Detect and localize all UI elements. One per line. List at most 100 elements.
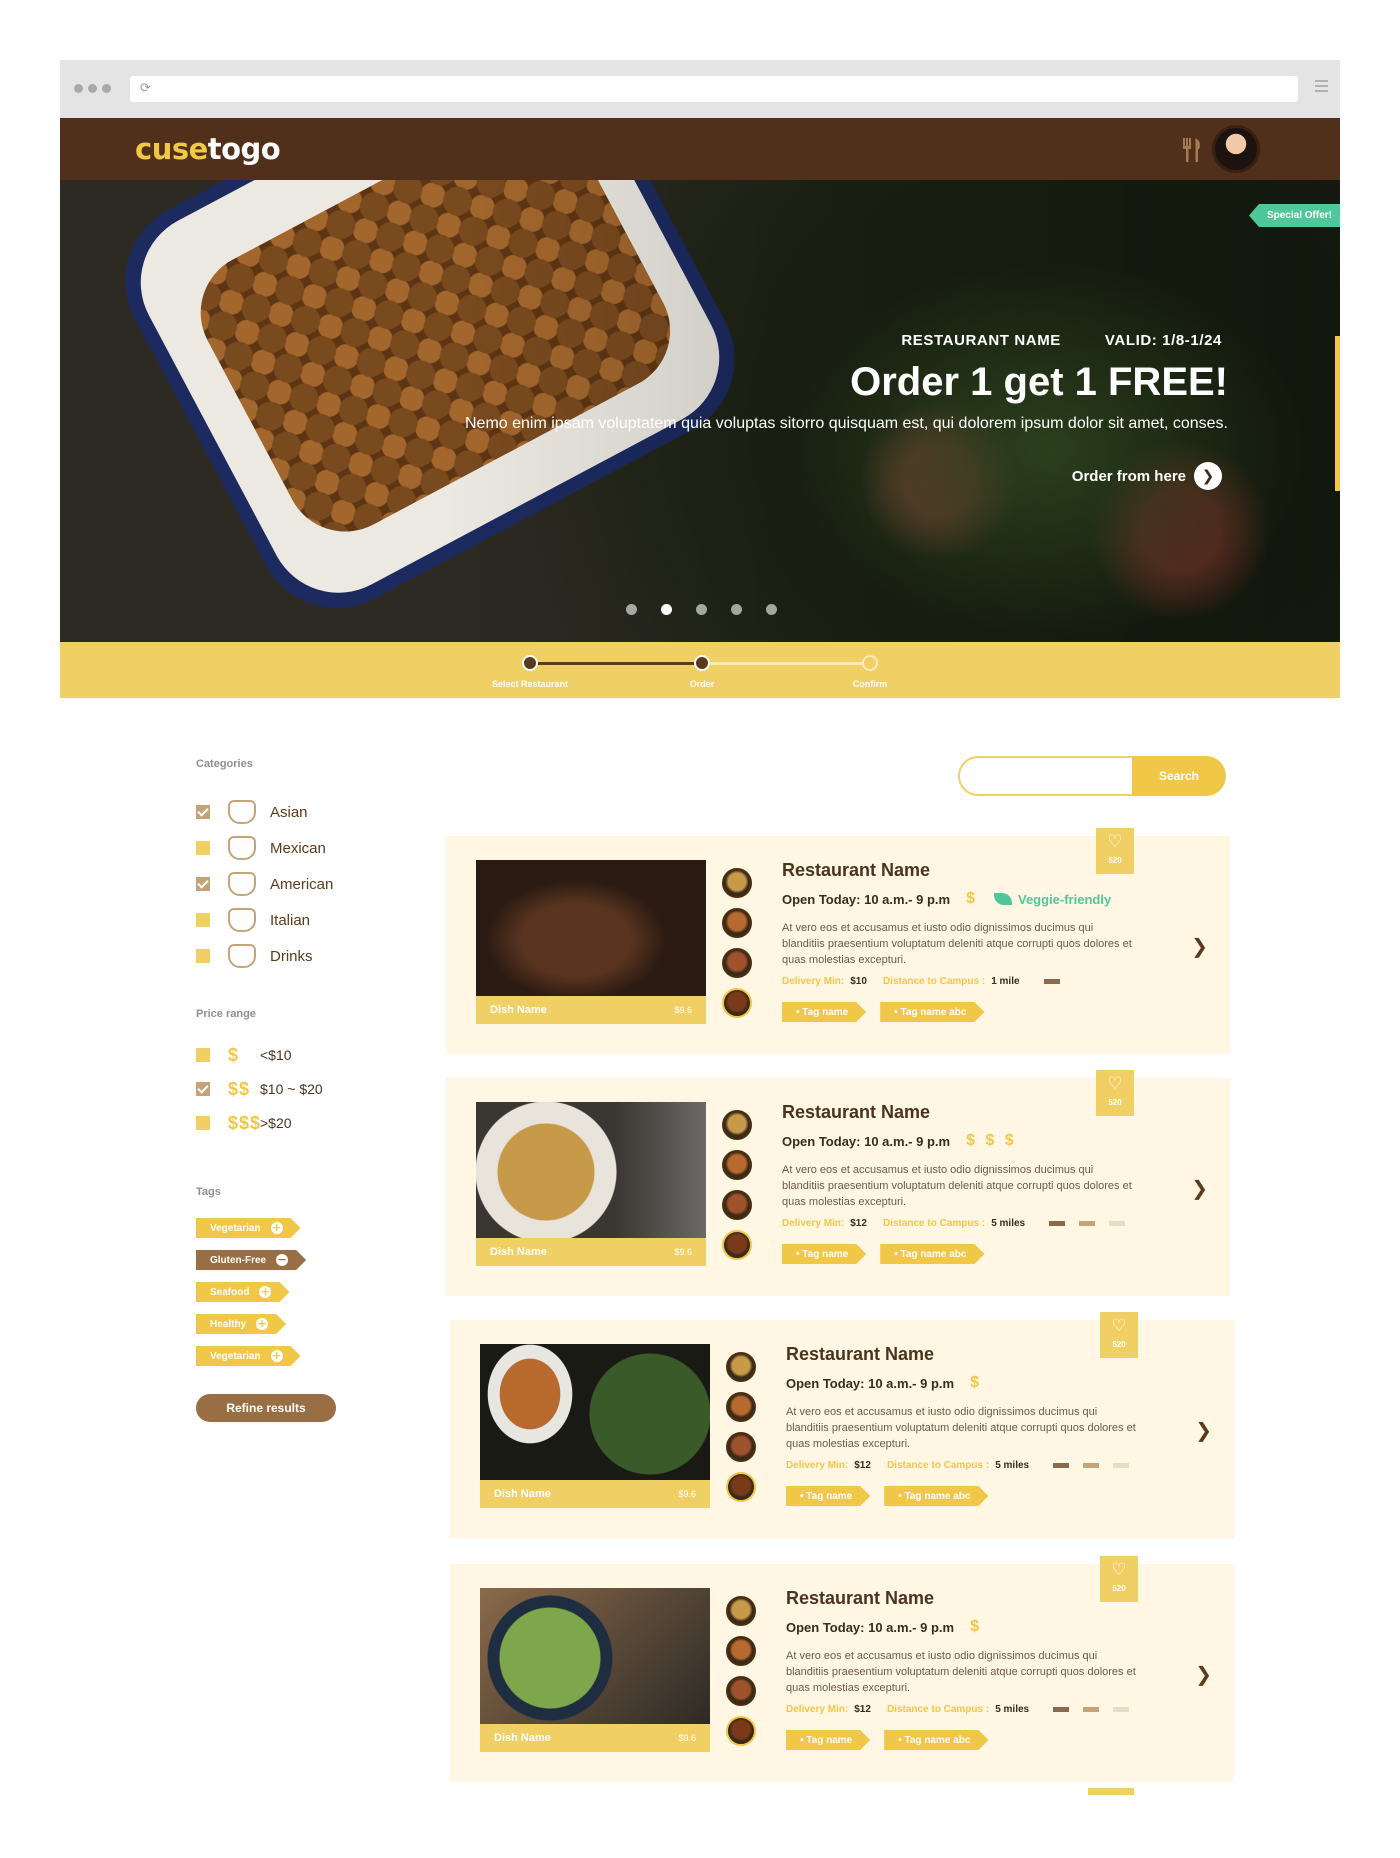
side-tab[interactable] [1335, 336, 1340, 491]
checkbox[interactable] [196, 949, 210, 963]
dish-thumbnail[interactable] [726, 1352, 756, 1382]
category-italian[interactable]: Italian [196, 902, 396, 938]
category-mexican[interactable]: Mexican [196, 830, 396, 866]
dish-thumbnail[interactable] [726, 1636, 756, 1666]
search-button[interactable]: Search [1132, 756, 1226, 796]
restaurant-tag[interactable]: • Tag name abc [880, 1244, 984, 1264]
dish-thumbnail[interactable] [726, 1432, 756, 1462]
price-option[interactable]: $ <$10 [196, 1038, 396, 1072]
step-select-restaurant[interactable] [522, 655, 538, 671]
dish-thumbnail[interactable] [722, 948, 752, 978]
dish-thumbnail[interactable] [722, 1230, 752, 1260]
restaurant-name[interactable]: Restaurant Name [786, 1588, 934, 1609]
brand-logo[interactable]: cusetogo [135, 132, 281, 166]
favorite-button[interactable]: ♡ 520 [1100, 1312, 1138, 1358]
restaurant-photo[interactable] [476, 860, 706, 996]
carousel-dot[interactable] [626, 604, 637, 615]
category-asian[interactable]: Asian [196, 794, 396, 830]
checkbox[interactable] [196, 1116, 210, 1130]
restaurant-name[interactable]: Restaurant Name [782, 860, 930, 881]
plus-icon[interactable]: + [256, 1318, 268, 1330]
checkbox[interactable] [196, 877, 210, 891]
tag-filter[interactable]: Vegetarian + [196, 1346, 301, 1366]
restaurant-tag[interactable]: • Tag name abc [884, 1486, 988, 1506]
restaurant-tag[interactable]: • Tag name [782, 1244, 866, 1264]
restaurant-name[interactable]: Restaurant Name [786, 1344, 934, 1365]
restaurant-tag[interactable]: • Tag name [786, 1730, 870, 1750]
checkbox[interactable] [196, 805, 210, 819]
restaurant-tag[interactable]: • Tag name abc [880, 1002, 984, 1022]
dish-thumbnail[interactable] [722, 868, 752, 898]
order-from-here-link[interactable]: Order from here ❯ [1072, 462, 1222, 490]
checkbox[interactable] [196, 841, 210, 855]
price-option[interactable]: $$$ >$20 [196, 1106, 396, 1140]
distance-label: Distance to Campus : [886, 1704, 990, 1715]
search-input[interactable] [958, 756, 1132, 796]
plus-icon[interactable]: + [271, 1350, 283, 1362]
delivery-label: Delivery Min: [786, 1460, 849, 1471]
utensils-icon[interactable] [1181, 138, 1203, 162]
carousel-dot[interactable] [696, 604, 707, 615]
checkbox[interactable] [196, 1082, 210, 1096]
step-confirm[interactable] [862, 655, 878, 671]
dish-thumbnail[interactable] [726, 1676, 756, 1706]
restaurant-name[interactable]: Restaurant Name [782, 1102, 930, 1123]
refine-results-button[interactable]: Refine results [196, 1394, 336, 1422]
address-bar[interactable]: ⟳ [130, 76, 1298, 102]
category-american[interactable]: American [196, 866, 396, 902]
chevron-right-icon[interactable]: ❯ [1191, 1176, 1208, 1200]
step-order[interactable] [694, 655, 710, 671]
window-controls[interactable] [74, 84, 111, 93]
dish-thumbnail[interactable] [726, 1596, 756, 1626]
checkbox[interactable] [196, 1048, 210, 1062]
dish-thumbnail[interactable] [722, 1110, 752, 1140]
tag-filter[interactable]: Seafood + [196, 1282, 289, 1302]
plus-icon[interactable]: + [271, 1222, 283, 1234]
tag-filter[interactable]: Healthy + [196, 1314, 286, 1334]
restaurant-tag[interactable]: • Tag name [782, 1002, 866, 1022]
heart-icon: ♡ [1107, 1074, 1123, 1094]
favorite-button[interactable]: ♡ 520 [1100, 1556, 1138, 1602]
distance-bar [1083, 1463, 1100, 1468]
tag-filter[interactable]: Gluten-Free − [196, 1250, 306, 1270]
tag-filter[interactable]: Vegetarian + [196, 1218, 301, 1238]
chevron-right-icon[interactable]: ❯ [1195, 1418, 1212, 1442]
carousel-dot[interactable] [766, 604, 777, 615]
favorite-button[interactable]: ♡ 520 [1096, 828, 1134, 874]
dish-caption[interactable]: Dish Name $9.6 [480, 1480, 710, 1508]
restaurant-photo[interactable] [480, 1344, 710, 1480]
restaurant-tag[interactable]: • Tag name [786, 1486, 870, 1506]
avatar[interactable] [1212, 125, 1260, 173]
chevron-right-icon[interactable]: ❯ [1195, 1662, 1212, 1686]
next-card-heart-tab[interactable] [1088, 1788, 1134, 1795]
carousel-dot[interactable] [731, 604, 742, 615]
checkbox[interactable] [196, 913, 210, 927]
dish-thumbnail[interactable] [722, 1190, 752, 1220]
dish-caption[interactable]: Dish Name $9.6 [480, 1724, 710, 1752]
delivery-info: Delivery Min: $10 Distance to Campus : 1 mi… [782, 976, 1060, 987]
plus-icon[interactable]: + [259, 1286, 271, 1298]
dish-thumbnail[interactable] [722, 908, 752, 938]
price-option[interactable]: $$ $10 ~ $20 [196, 1072, 396, 1106]
dish-thumbnail[interactable] [722, 988, 752, 1018]
restaurant-photo[interactable] [476, 1102, 706, 1238]
dish-caption[interactable]: Dish Name $9.6 [476, 996, 706, 1024]
category-drinks[interactable]: Drinks [196, 938, 396, 974]
dish-caption[interactable]: Dish Name $9.6 [476, 1238, 706, 1266]
dish-thumbnail[interactable] [722, 1150, 752, 1180]
restaurant-tags: • Tag name • Tag name abc [786, 1730, 988, 1750]
restaurant-photo[interactable] [480, 1588, 710, 1724]
carousel-dots[interactable] [626, 604, 777, 615]
dish-thumbnail[interactable] [726, 1392, 756, 1422]
browser-menu-icon[interactable] [1315, 80, 1328, 95]
restaurant-tag[interactable]: • Tag name abc [884, 1730, 988, 1750]
reload-icon[interactable]: ⟳ [140, 81, 151, 96]
dish-thumbnail[interactable] [726, 1716, 756, 1746]
chevron-right-icon[interactable]: ❯ [1191, 934, 1208, 958]
dish-thumbnail[interactable] [726, 1472, 756, 1502]
carousel-dot[interactable] [661, 604, 672, 615]
minus-icon[interactable]: − [276, 1254, 288, 1266]
order-progress: Select Restaurant Order Confirm [60, 642, 1340, 698]
delivery-min: $12 [854, 1460, 871, 1471]
favorite-button[interactable]: ♡ 520 [1096, 1070, 1134, 1116]
